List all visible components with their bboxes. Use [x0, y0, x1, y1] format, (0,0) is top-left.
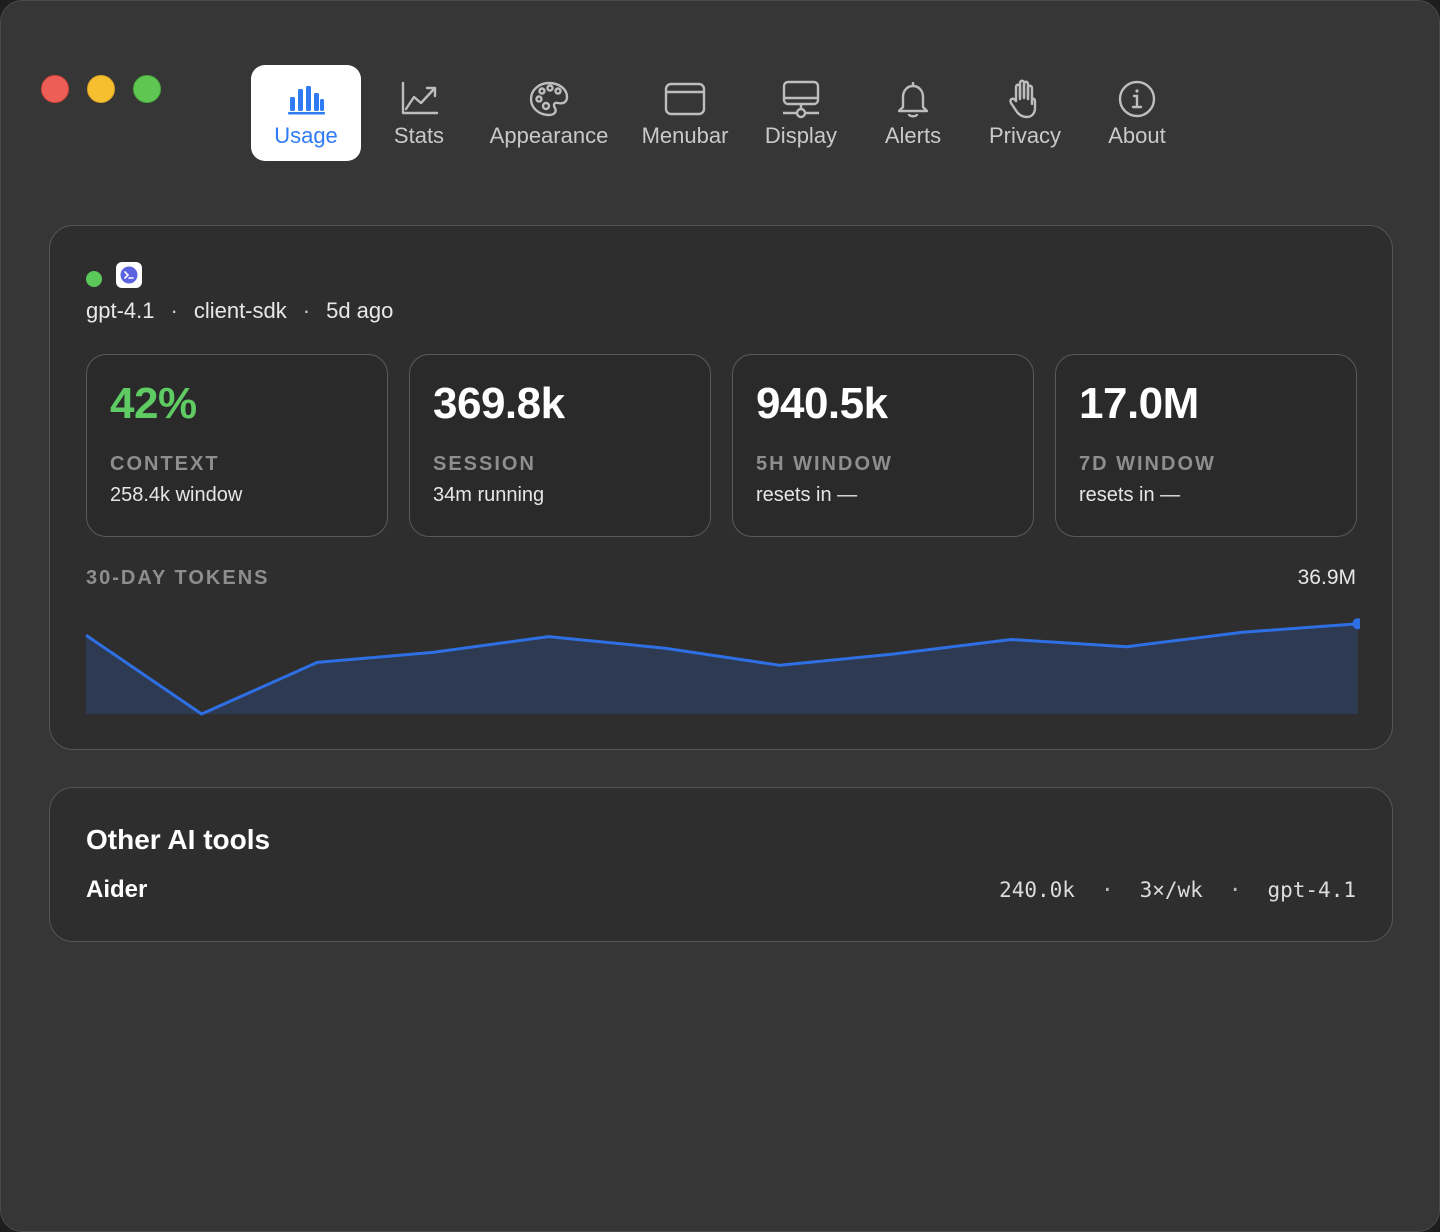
bar-chart-icon	[288, 86, 325, 115]
palette-icon	[529, 81, 569, 117]
settings-window: Usage Stats Appearance Menubar Display A…	[0, 0, 1440, 1232]
stat-card-5h-window: 940.5k 5H WINDOW resets in —	[732, 354, 1034, 537]
tab-menubar[interactable]: Menubar	[637, 65, 733, 161]
session-meta: gpt-4.1 · client-sdk · 5d ago	[86, 298, 393, 324]
tab-label: Usage	[274, 123, 338, 148]
stat-label: 7D WINDOW	[1079, 453, 1216, 475]
chart-max-label: 36.9M	[1297, 566, 1356, 589]
tool-row: Aider 240.0k · 3×/wk · gpt-4.1	[86, 876, 1356, 904]
section-title: Other AI tools	[86, 824, 271, 855]
session-status-row	[86, 262, 142, 288]
window-icon	[664, 82, 706, 116]
stat-subtext: 34m running	[433, 484, 545, 506]
tab-usage[interactable]: Usage	[251, 65, 361, 161]
tool-tokens: 240.0k	[999, 878, 1075, 902]
close-window-button[interactable]	[41, 75, 69, 103]
tab-alerts[interactable]: Alerts	[873, 65, 953, 161]
tab-label: Privacy	[988, 123, 1062, 148]
chart-header: 30-DAY TOKENS 36.9M	[86, 566, 1356, 590]
stat-subtext: resets in —	[756, 484, 858, 506]
tokens-area-chart	[85, 618, 1360, 716]
info-icon	[1118, 80, 1156, 118]
tool-separator: ·	[1100, 878, 1114, 902]
stat-label: CONTEXT	[110, 453, 220, 475]
stat-value: 17.0M	[1079, 379, 1199, 428]
stat-label: 5H WINDOW	[756, 453, 893, 475]
stat-subtext: 258.4k window	[110, 484, 243, 506]
stat-value: 369.8k	[433, 379, 565, 428]
tool-stats: 240.0k · 3×/wk · gpt-4.1	[999, 878, 1356, 902]
other-tools-card: Other AI tools Aider 240.0k · 3×/wk · gp…	[49, 787, 1393, 942]
model-name: gpt-4.1	[86, 298, 155, 323]
hand-icon	[1009, 79, 1037, 119]
chart-area-fill	[86, 623, 1358, 714]
minimize-window-button[interactable]	[87, 75, 115, 103]
window-controls	[41, 75, 161, 103]
tab-about[interactable]: About	[1099, 65, 1175, 161]
tool-frequency: 3×/wk	[1139, 878, 1203, 902]
tool-separator: ·	[1228, 878, 1242, 902]
stat-value: 42%	[110, 379, 197, 428]
tool-model: gpt-4.1	[1267, 878, 1356, 902]
display-icon	[782, 80, 820, 119]
tab-label: Menubar	[641, 123, 729, 148]
tab-privacy[interactable]: Privacy	[981, 65, 1069, 161]
stats-grid: 42% CONTEXT 258.4k window 369.8k SESSION…	[86, 354, 1357, 537]
usage-card: gpt-4.1 · client-sdk · 5d ago 42% CONTEX…	[49, 225, 1393, 750]
stat-label: SESSION	[433, 453, 536, 475]
stat-card-7d-window: 17.0M 7D WINDOW resets in —	[1055, 354, 1357, 537]
client-name: client-sdk	[193, 298, 287, 323]
meta-separator: ·	[302, 298, 311, 323]
tab-label: Alerts	[884, 123, 942, 148]
tab-appearance[interactable]: Appearance	[485, 65, 613, 161]
chart-title: 30-DAY TOKENS	[86, 566, 270, 589]
stat-card-session: 369.8k SESSION 34m running	[409, 354, 711, 537]
tab-label: Stats	[393, 123, 445, 148]
tool-name: Aider	[86, 876, 148, 903]
tab-label: Appearance	[489, 123, 609, 148]
meta-separator: ·	[170, 298, 178, 323]
tab-stats[interactable]: Stats	[379, 65, 459, 161]
bell-icon	[897, 82, 929, 118]
stat-subtext: resets in —	[1079, 484, 1181, 506]
status-indicator	[86, 271, 102, 287]
tab-label: Display	[764, 123, 838, 148]
trend-chart-icon	[401, 81, 439, 115]
stat-card-context: 42% CONTEXT 258.4k window	[86, 354, 388, 537]
client-app-icon	[116, 262, 142, 288]
zoom-window-button[interactable]	[133, 75, 161, 103]
last-seen: 5d ago	[326, 298, 394, 323]
stat-value: 940.5k	[756, 379, 888, 428]
tab-label: About	[1108, 123, 1166, 148]
tab-display[interactable]: Display	[759, 65, 843, 161]
